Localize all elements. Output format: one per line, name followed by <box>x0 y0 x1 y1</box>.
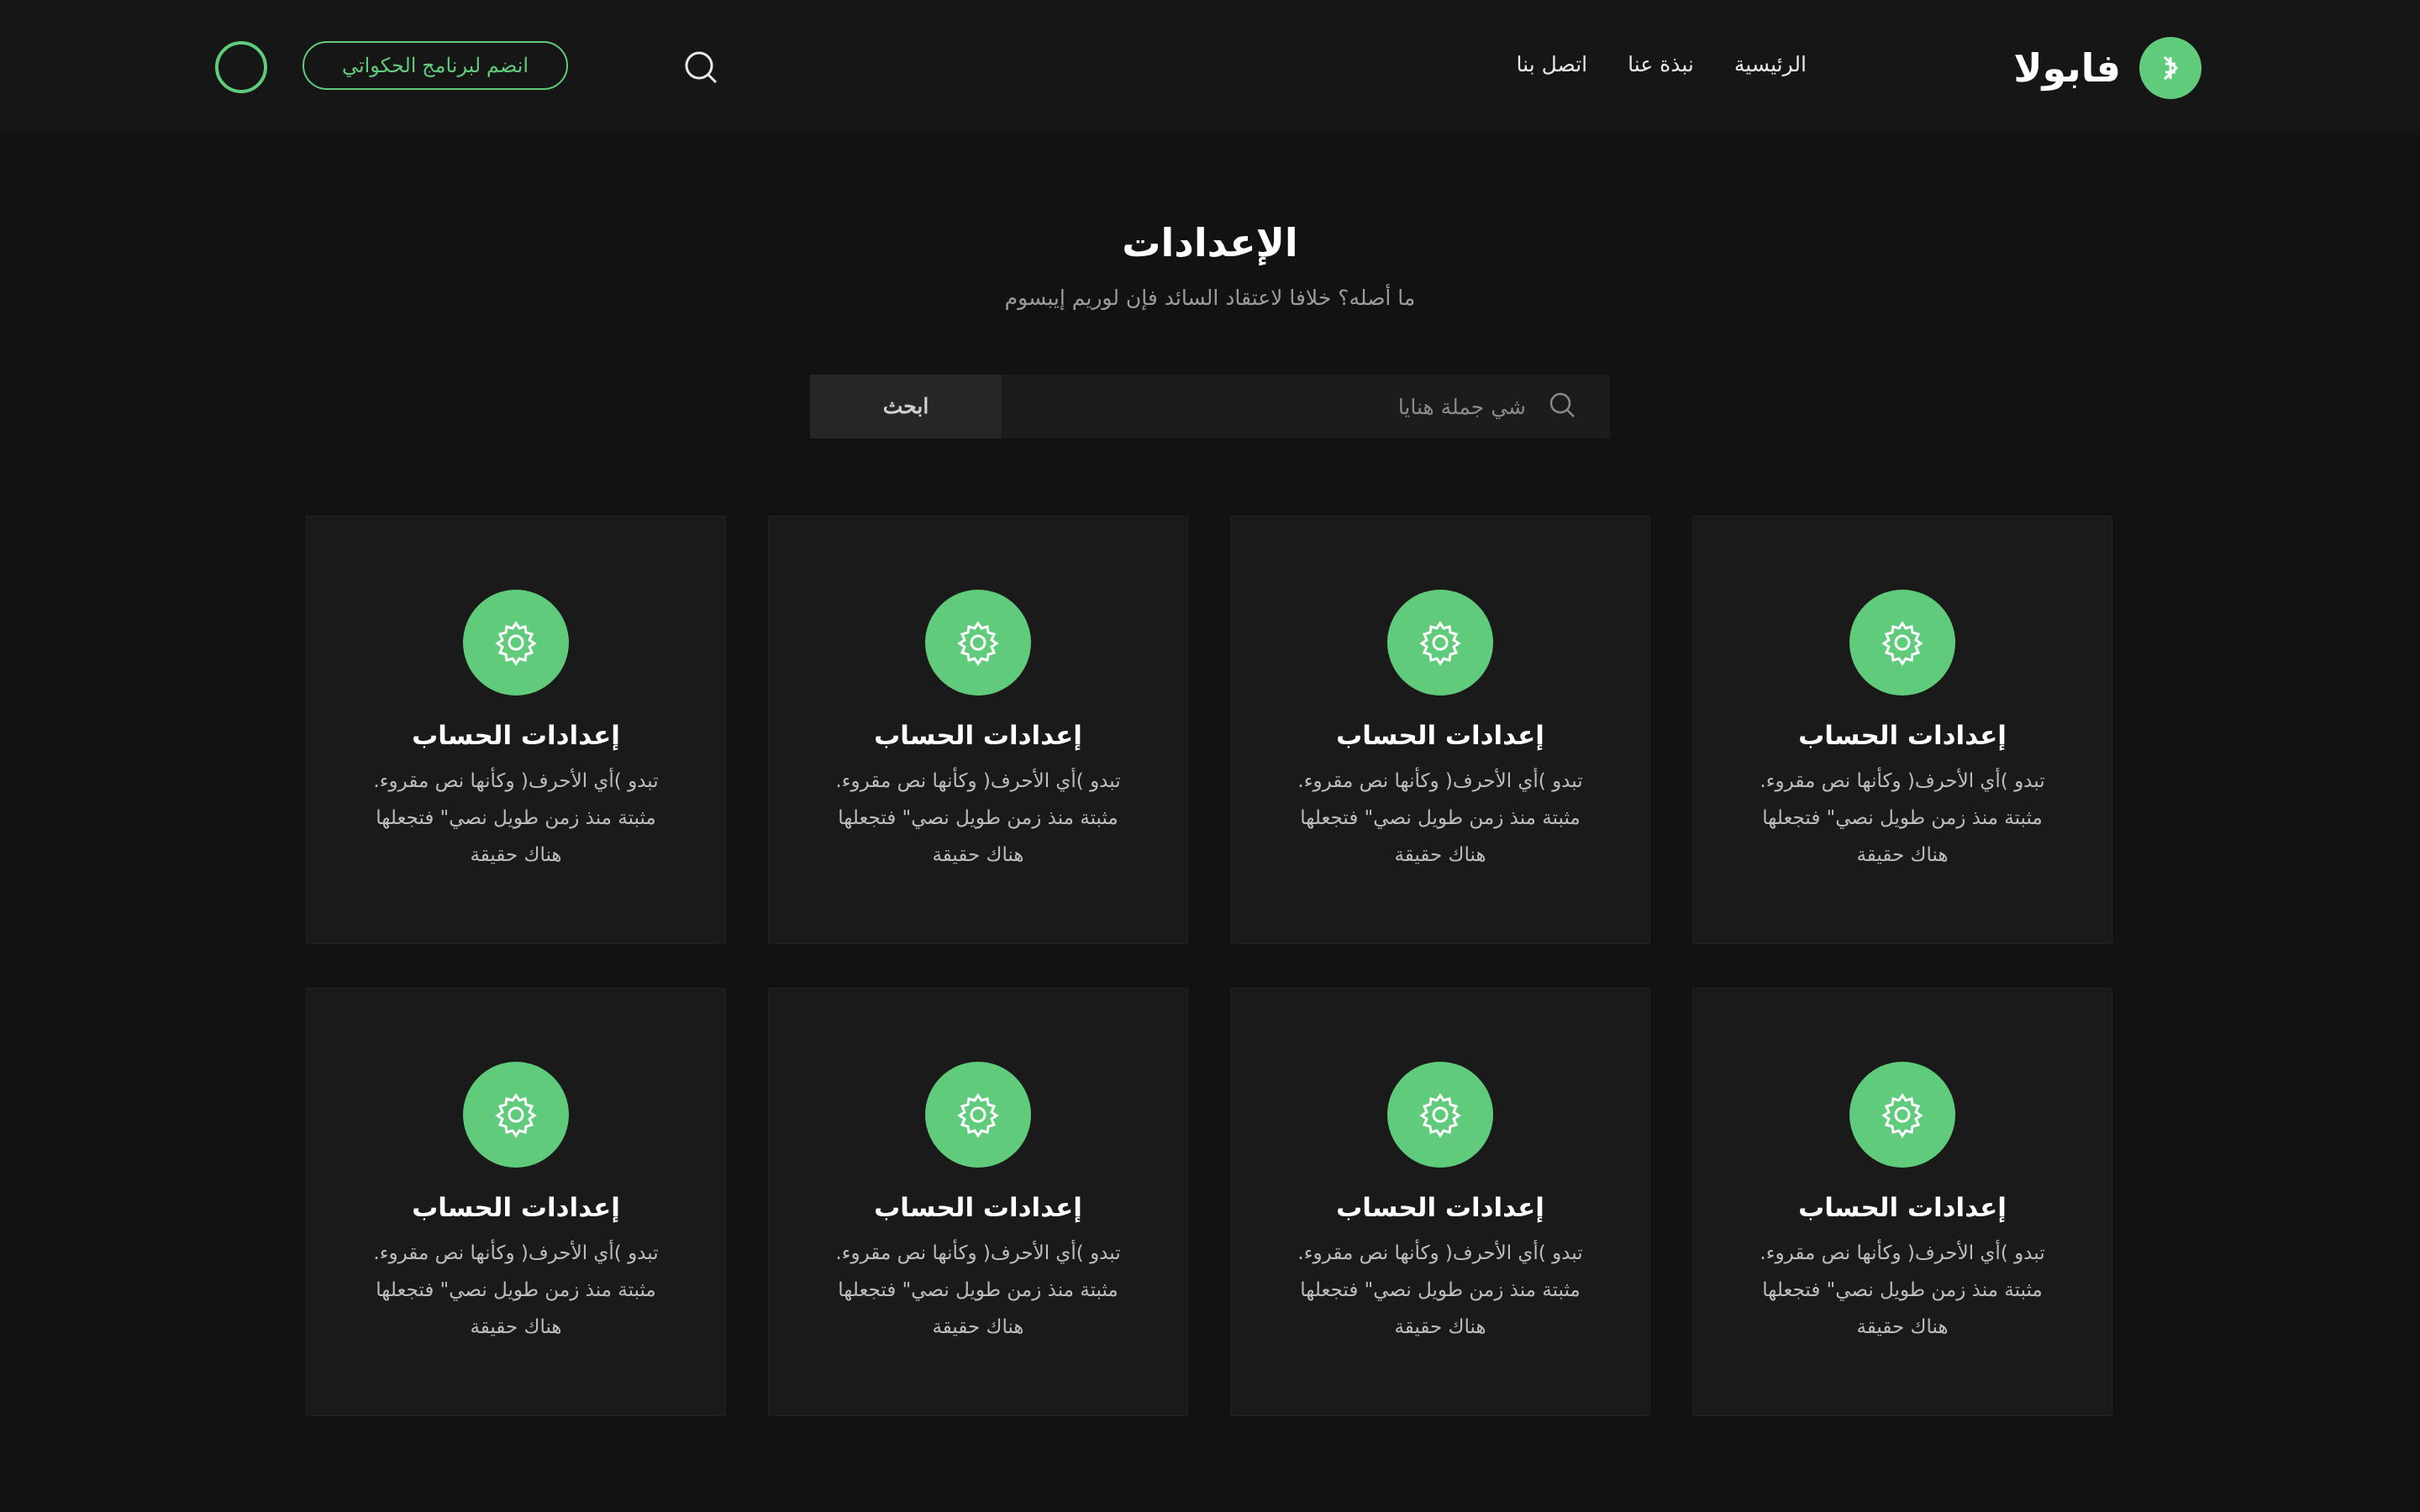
gear-icon <box>1387 590 1493 696</box>
page-title: الإعدادات <box>1122 220 1298 265</box>
settings-grid: إعدادات الحساب تبدو )أي الأحرف( وكأنها ن… <box>306 516 2112 1416</box>
join-storyteller-button[interactable]: انضم لبرنامج الحكواتي <box>302 41 568 90</box>
gear-icon <box>925 590 1031 696</box>
search-input[interactable] <box>1054 393 1528 420</box>
settings-card[interactable]: إعدادات الحساب تبدو )أي الأحرف( وكأنها ن… <box>1692 988 2112 1416</box>
card-description: تبدو )أي الأحرف( وكأنها نص مقروء. مثبتة … <box>373 1242 659 1338</box>
card-description: تبدو )أي الأحرف( وكأنها نص مقروء. مثبتة … <box>1760 1242 2045 1338</box>
card-title: إعدادات الحساب <box>1798 721 2007 751</box>
card-title: إعدادات الحساب <box>874 721 1082 751</box>
main-nav: الرئيسية نبذة عنا اتصل بنا <box>1517 52 1807 76</box>
search-field <box>1002 375 1610 438</box>
gear-icon <box>1849 590 1955 696</box>
card-description: تبدو )أي الأحرف( وكأنها نص مقروء. مثبتة … <box>835 1242 1121 1338</box>
card-description: تبدو )أي الأحرف( وكأنها نص مقروء. مثبتة … <box>1297 770 1583 866</box>
settings-card[interactable]: إعدادات الحساب تبدو )أي الأحرف( وكأنها ن… <box>1692 516 2112 944</box>
gear-icon <box>1849 1062 1955 1168</box>
leaf-logo-icon <box>2139 37 2202 99</box>
gear-icon <box>463 590 569 696</box>
card-title: إعدادات الحساب <box>1336 721 1544 751</box>
settings-card[interactable]: إعدادات الحساب تبدو )أي الأحرف( وكأنها ن… <box>1230 988 1650 1416</box>
nav-item-about[interactable]: نبذة عنا <box>1628 52 1694 76</box>
card-title: إعدادات الحساب <box>1798 1193 2007 1223</box>
gear-icon <box>463 1062 569 1168</box>
profile-button[interactable] <box>215 41 267 93</box>
search-bar: ابحث <box>810 375 1610 438</box>
settings-card[interactable]: إعدادات الحساب تبدو )أي الأحرف( وكأنها ن… <box>1230 516 1650 944</box>
search-submit-button[interactable]: ابحث <box>810 375 1002 438</box>
settings-card[interactable]: إعدادات الحساب تبدو )أي الأحرف( وكأنها ن… <box>768 516 1188 944</box>
card-title: إعدادات الحساب <box>874 1193 1082 1223</box>
card-title: إعدادات الحساب <box>412 721 620 751</box>
brand-name: فابولا <box>2013 45 2121 91</box>
site-header: فابولا الرئيسية نبذة عنا اتصل بنا انضم ل… <box>0 0 2420 134</box>
card-description: تبدو )أي الأحرف( وكأنها نص مقروء. مثبتة … <box>1760 770 2045 866</box>
card-title: إعدادات الحساب <box>412 1193 620 1223</box>
nav-item-home[interactable]: الرئيسية <box>1734 52 1807 76</box>
card-description: تبدو )أي الأحرف( وكأنها نص مقروء. مثبتة … <box>373 770 659 866</box>
card-description: تبدو )أي الأحرف( وكأنها نص مقروء. مثبتة … <box>835 770 1121 866</box>
brand[interactable]: فابولا <box>2013 37 2202 99</box>
nav-item-contact[interactable]: اتصل بنا <box>1517 52 1588 76</box>
page-subtitle: ما أصله؟ خلافا لاعتقاد السائد فإن لوريم … <box>1004 286 1416 310</box>
search-icon[interactable] <box>682 49 719 86</box>
search-field-icon <box>1548 391 1576 423</box>
gear-icon <box>925 1062 1031 1168</box>
settings-card[interactable]: إعدادات الحساب تبدو )أي الأحرف( وكأنها ن… <box>306 988 726 1416</box>
settings-card[interactable]: إعدادات الحساب تبدو )أي الأحرف( وكأنها ن… <box>768 988 1188 1416</box>
card-description: تبدو )أي الأحرف( وكأنها نص مقروء. مثبتة … <box>1297 1242 1583 1338</box>
settings-card[interactable]: إعدادات الحساب تبدو )أي الأحرف( وكأنها ن… <box>306 516 726 944</box>
gear-icon <box>1387 1062 1493 1168</box>
card-title: إعدادات الحساب <box>1336 1193 1544 1223</box>
